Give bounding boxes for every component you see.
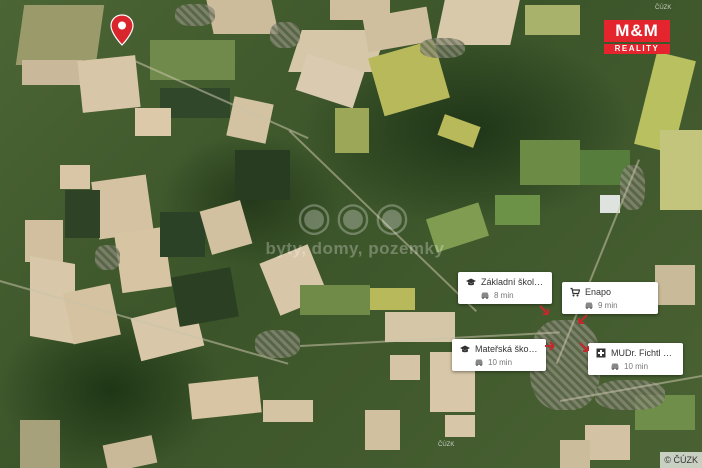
poi-title: Mateřská škola St... (475, 344, 539, 354)
map-field (135, 108, 171, 136)
map-field (60, 165, 90, 189)
arrow-icon (579, 342, 589, 352)
village (175, 4, 215, 26)
location-pin-icon[interactable] (110, 14, 134, 46)
watermark-text: byty, domy, pozemky (265, 239, 445, 258)
village (255, 330, 300, 358)
road (555, 159, 640, 364)
map-field (495, 195, 540, 225)
copyright-notice: © ČÚZK (660, 452, 702, 468)
car-icon (475, 359, 483, 366)
poi-title: Enapo (585, 287, 612, 297)
village (95, 245, 120, 270)
poi-title: Základní škola, st... (481, 277, 545, 287)
brand-sub: REALITY (604, 44, 670, 54)
car-icon (585, 302, 593, 309)
poi-card-school[interactable]: Základní škola, st... 8 min (458, 272, 552, 304)
poi-title: MUDr. Fichtl Karel (611, 348, 676, 358)
brand-mark: M&M (604, 20, 670, 42)
map-field (370, 288, 415, 310)
watermark-logo-icon: ◉◉◉ (296, 195, 414, 239)
map-field (235, 150, 290, 200)
map-source-tag: ČÚZK (438, 442, 455, 448)
arrow-icon (578, 314, 588, 324)
map-field (335, 108, 369, 153)
poi-time: 10 min (624, 361, 649, 371)
map-field (20, 420, 60, 468)
school-icon (466, 278, 476, 286)
car-icon (481, 292, 489, 299)
map-field (660, 130, 702, 210)
map-field (437, 114, 481, 148)
poi-time: 8 min (494, 290, 514, 300)
poi-card-doctor[interactable]: MUDr. Fichtl Karel 10 min (588, 343, 683, 375)
arrow-icon (539, 305, 549, 315)
map-field (160, 212, 205, 257)
map-field (585, 425, 630, 460)
map-field (199, 200, 253, 255)
village (420, 38, 465, 58)
map-field (65, 190, 100, 238)
poi-time: 10 min (488, 357, 513, 367)
arrow-icon (545, 341, 555, 351)
map-field (390, 355, 420, 380)
map-field (171, 267, 239, 327)
poi-card-kindergarten[interactable]: Mateřská škola St... 10 min (452, 339, 546, 371)
map-field (263, 400, 313, 422)
map-field (655, 265, 695, 305)
map-field (365, 410, 400, 450)
map-field (560, 440, 590, 468)
poi-card-shop[interactable]: Enapo 9 min (562, 282, 658, 314)
medical-cross-icon (596, 348, 606, 358)
map-source-tag: ČÚZK (655, 5, 672, 11)
map-field (22, 60, 82, 85)
map-field (15, 5, 105, 65)
map-field (300, 285, 370, 315)
watermark: ◉◉◉ byty, domy, pozemky (255, 195, 455, 275)
village (270, 22, 300, 48)
shopping-cart-icon (570, 287, 580, 297)
map-field (77, 55, 141, 113)
map-field (102, 435, 158, 468)
map-field (206, 0, 279, 34)
map-field (445, 415, 475, 437)
school-icon (460, 345, 470, 353)
brand-logo: M&M REALITY (604, 20, 670, 54)
poi-time: 9 min (598, 300, 618, 310)
car-icon (611, 363, 619, 370)
map-field (188, 376, 262, 420)
map-field (525, 5, 580, 35)
map-field (520, 140, 580, 185)
